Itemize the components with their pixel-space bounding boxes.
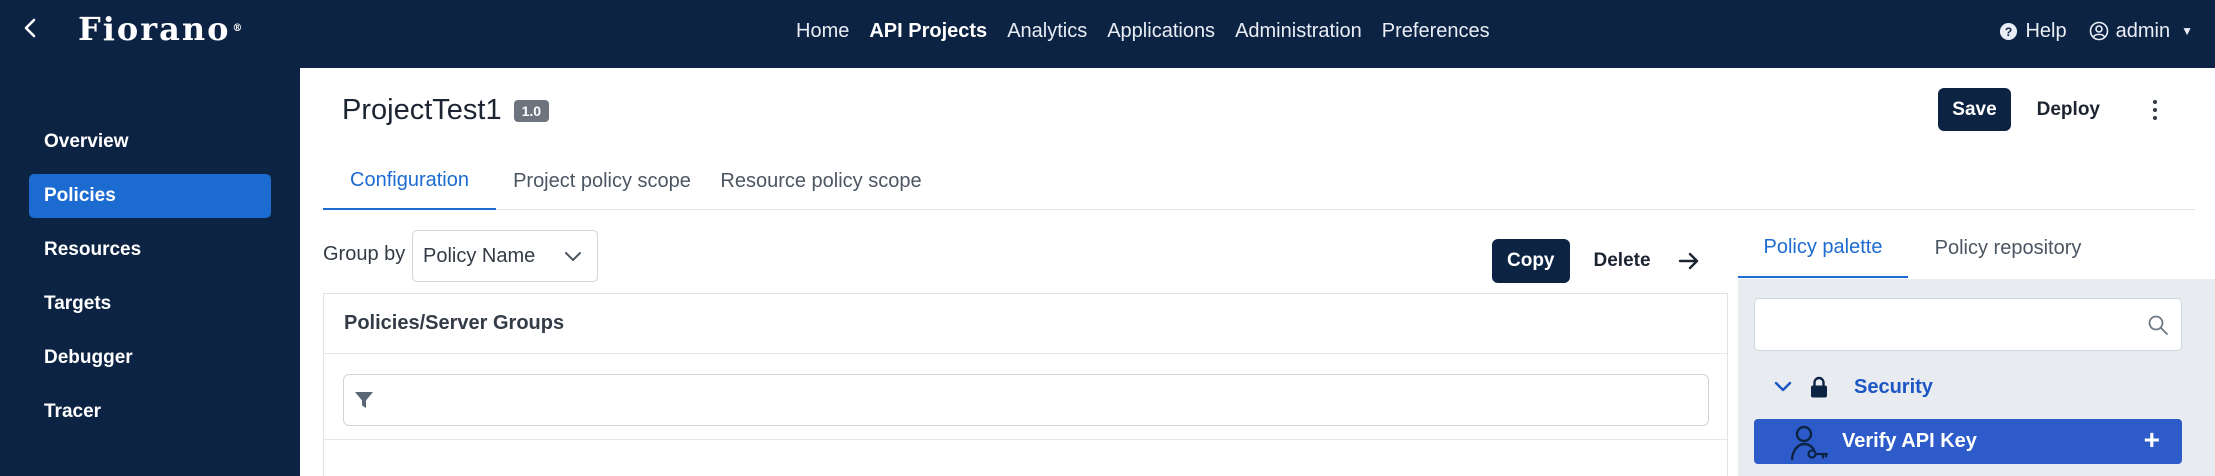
group-by-value: Policy Name	[423, 244, 536, 267]
save-button[interactable]: Save	[1938, 88, 2011, 131]
policies-panel: Policies/Server Groups	[323, 293, 1728, 476]
chevron-down-icon	[1774, 381, 1792, 392]
delete-button[interactable]: Delete	[1570, 240, 1675, 283]
help-circle-icon: ?	[2000, 22, 2018, 40]
arrow-right-icon[interactable]	[1669, 239, 1709, 283]
palette-item-verify-api-key[interactable]: Verify API Key +	[1754, 419, 2182, 464]
page-title: ProjectTest1 1.0	[342, 94, 550, 127]
nav-home[interactable]: Home	[796, 20, 849, 43]
sidebar-item-label: Targets	[44, 293, 112, 314]
policy-toolbar: Copy Delete	[1492, 239, 1709, 283]
sidebar-item-label: Debugger	[44, 347, 133, 368]
group-by-label: Group by	[323, 243, 406, 265]
back-button[interactable]	[18, 16, 42, 40]
palette-tabs: Policy palette Policy repository	[1738, 218, 2215, 279]
sidebar-item-resources[interactable]: Resources	[29, 228, 271, 272]
project-tabs: Configuration Project policy scope Resou…	[323, 152, 2195, 210]
policies-panel-header: Policies/Server Groups	[324, 294, 1727, 354]
palette-search[interactable]	[1754, 298, 2182, 351]
category-security[interactable]: Security	[1774, 371, 1933, 403]
main-nav: Home API Projects Analytics Applications…	[796, 0, 1490, 62]
policy-palette: Security Verify API Key +	[1738, 279, 2215, 476]
policy-filter-box[interactable]	[343, 374, 1709, 426]
copy-button[interactable]: Copy	[1492, 239, 1570, 283]
project-name: ProjectTest1	[342, 94, 502, 126]
sidebar-item-debugger[interactable]: Debugger	[29, 336, 271, 380]
header-actions: Save Deploy	[1938, 88, 2170, 131]
lock-icon	[1811, 376, 1827, 398]
policy-filter-input[interactable]	[382, 380, 1708, 420]
logo-trademark: ®	[232, 23, 243, 34]
sidebar-item-label: Tracer	[44, 401, 102, 422]
tab-configuration[interactable]: Configuration	[323, 152, 496, 210]
group-by-select[interactable]: Policy Name	[412, 230, 598, 282]
filter-icon	[355, 392, 373, 408]
user-menu[interactable]: admin ▼	[2089, 20, 2193, 43]
chevron-down-icon	[565, 252, 581, 261]
palette-item-label: Verify API Key	[1842, 430, 1977, 452]
nav-api-projects[interactable]: API Projects	[869, 20, 987, 43]
sidebar-item-overview[interactable]: Overview	[29, 120, 271, 164]
nav-analytics[interactable]: Analytics	[1007, 20, 1087, 43]
version-badge: 1.0	[513, 99, 550, 122]
tab-project-policy-scope[interactable]: Project policy scope	[496, 152, 708, 210]
nav-applications[interactable]: Applications	[1107, 20, 1215, 43]
user-nav: ? Help admin ▼	[1999, 0, 2193, 62]
tab-policy-palette[interactable]: Policy palette	[1738, 218, 1908, 278]
sidebar-item-targets[interactable]: Targets	[29, 282, 271, 326]
user-key-icon	[1790, 425, 1829, 461]
logo-text: Fiorano	[78, 10, 231, 48]
palette-search-input[interactable]	[1765, 307, 2125, 343]
user-circle-icon	[2089, 21, 2108, 41]
search-icon	[2148, 315, 2168, 335]
more-options-icon[interactable]	[2140, 88, 2170, 131]
sidebar-item-label: Policies	[44, 185, 116, 206]
top-navigation-bar: Fiorano ® Home API Projects Analytics App…	[0, 0, 2215, 68]
plus-icon[interactable]: +	[2144, 425, 2160, 455]
fiorano-logo[interactable]: Fiorano ®	[78, 12, 242, 46]
sidebar-item-label: Resources	[44, 239, 142, 260]
help-label: Help	[2025, 19, 2067, 42]
sidebar-item-label: Overview	[44, 131, 129, 152]
chevron-left-icon	[24, 18, 36, 38]
deploy-button[interactable]: Deploy	[2019, 88, 2118, 131]
user-label: admin	[2115, 19, 2171, 42]
panel-divider	[324, 439, 1727, 440]
help-link[interactable]: ? Help	[1999, 19, 2067, 43]
tab-policy-repository[interactable]: Policy repository	[1908, 218, 2108, 278]
sidebar-item-policies[interactable]: Policies	[29, 174, 271, 218]
sidebar-item-tracer[interactable]: Tracer	[29, 390, 271, 434]
nav-administration[interactable]: Administration	[1235, 20, 1362, 43]
caret-down-icon: ▼	[2181, 24, 2193, 38]
sidebar: Overview Policies Resources Targets Debu…	[0, 68, 300, 476]
tab-resource-policy-scope[interactable]: Resource policy scope	[708, 152, 934, 210]
nav-preferences[interactable]: Preferences	[1382, 20, 1490, 43]
svg-text:?: ?	[2005, 24, 2013, 38]
category-label: Security	[1854, 375, 1933, 398]
